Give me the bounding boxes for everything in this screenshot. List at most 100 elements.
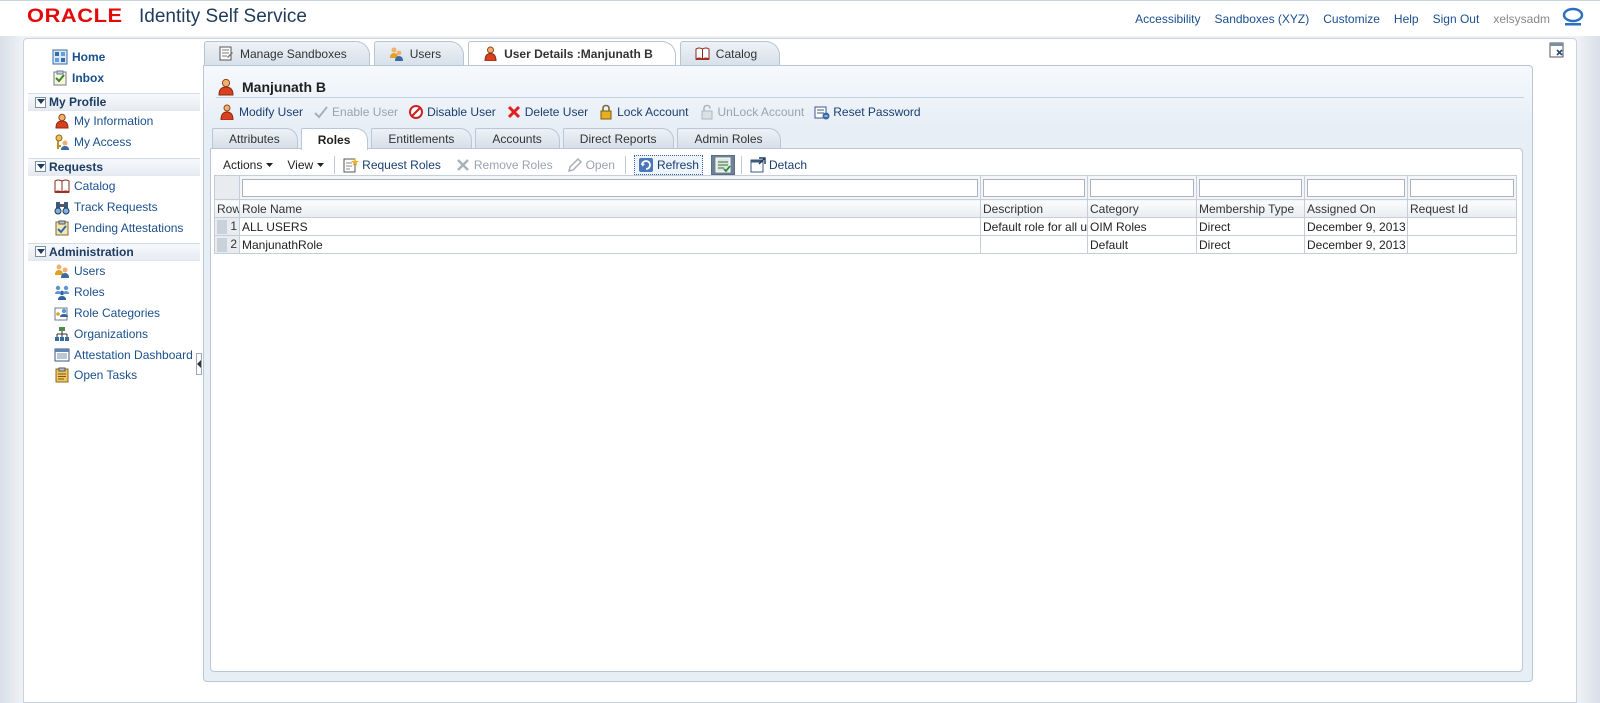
tab-manage-sandboxes[interactable]: Manage Sandboxes	[204, 41, 370, 65]
sidebar-section-my-profile[interactable]: My Profile	[28, 93, 200, 111]
table-header-row: Row Role Name Description Category Membe…	[214, 199, 1517, 218]
role-name-filter-input[interactable]	[242, 178, 978, 197]
filter-cell	[1196, 175, 1305, 200]
tab-admin-roles[interactable]: Admin Roles	[677, 128, 781, 149]
column-header-row[interactable]: Row	[214, 199, 240, 218]
tab-direct-reports[interactable]: Direct Reports	[562, 128, 675, 149]
sidebar-item-home[interactable]: Home	[28, 46, 200, 67]
description-filter-input[interactable]	[983, 178, 1085, 197]
accessibility-link[interactable]: Accessibility	[1135, 12, 1200, 26]
button-label: Disable User	[427, 105, 496, 119]
disable-user-button[interactable]: Disable User	[408, 104, 496, 120]
tab-label: Users	[409, 46, 442, 61]
column-header-description[interactable]: Description	[980, 199, 1088, 218]
table-row[interactable]: 1 ALL USERS Default role for all use OIM…	[214, 217, 1517, 236]
tab-accounts[interactable]: Accounts	[475, 128, 560, 149]
filter-table-icon	[715, 157, 731, 173]
sidebar-item-pending-attestations[interactable]: Pending Attestations	[28, 217, 200, 238]
sidebar-item-users[interactable]: Users	[28, 261, 200, 282]
category-filter-input[interactable]	[1090, 178, 1194, 197]
membership-type-filter-input[interactable]	[1199, 178, 1302, 197]
remove-roles-button[interactable]: Remove Roles	[455, 155, 553, 175]
customize-link[interactable]: Customize	[1323, 12, 1380, 26]
refresh-icon	[638, 157, 654, 173]
oracle-logo: ORACLE	[27, 6, 123, 27]
detail-tabs: Attributes Roles Entitlements Accounts D…	[212, 128, 784, 150]
sidebar-item-label: Catalog	[74, 178, 116, 193]
modify-user-button[interactable]: Modify User	[220, 104, 303, 120]
help-link[interactable]: Help	[1394, 12, 1419, 26]
column-header-request-id[interactable]: Request Id	[1407, 199, 1517, 218]
column-header-membership-type[interactable]: Membership Type	[1196, 199, 1305, 218]
sidebar-item-label: Users	[74, 264, 106, 279]
check-icon	[313, 104, 329, 120]
sidebar-item-catalog[interactable]: Catalog	[28, 176, 200, 197]
tab-roles[interactable]: Roles	[300, 128, 369, 150]
column-header-category[interactable]: Category	[1087, 199, 1197, 218]
tab-label: Manage Sandboxes	[240, 46, 347, 61]
sidebar-item-roles[interactable]: Roles	[28, 282, 200, 303]
toolbar-separator	[624, 156, 626, 174]
sidebar-item-track-requests[interactable]: Track Requests	[28, 196, 200, 217]
sidebar-item-organizations[interactable]: Organizations	[28, 323, 200, 344]
view-menu[interactable]: View	[287, 155, 325, 175]
delete-user-button[interactable]: Delete User	[506, 104, 588, 120]
button-label: Enable User	[332, 105, 399, 119]
request-roles-button[interactable]: Request Roles	[343, 155, 441, 175]
request-id-filter-input[interactable]	[1410, 178, 1514, 197]
refresh-button[interactable]: Refresh	[633, 155, 703, 175]
open-button[interactable]: Open	[567, 155, 615, 175]
button-label: Refresh	[656, 158, 699, 172]
sidebar-section-requests[interactable]: Requests	[28, 157, 200, 176]
roles-icon	[54, 284, 70, 301]
roles-tab-content: Actions View Request Roles Remove Roles	[210, 148, 1523, 672]
tab-entitlements[interactable]: Entitlements	[371, 128, 473, 149]
users-icon	[54, 263, 70, 279]
user-details-panel: Manjunath B Modify User Enable User Disa…	[203, 65, 1533, 682]
query-by-example-toggle[interactable]	[710, 155, 735, 175]
detach-button[interactable]: Detach	[750, 155, 807, 175]
sidebar-item-my-information[interactable]: My Information	[28, 111, 200, 132]
oracle-chat-icon[interactable]	[1562, 7, 1584, 27]
sidebar-item-my-access[interactable]: My Access	[28, 132, 200, 153]
sidebar-item-inbox[interactable]: Inbox	[28, 67, 200, 88]
column-header-assigned-on[interactable]: Assigned On	[1304, 199, 1408, 218]
button-label: Remove Roles	[473, 158, 553, 172]
sidebar-section-administration[interactable]: Administration	[28, 242, 200, 261]
toolbar-separator	[740, 156, 742, 174]
filter-cell-row	[214, 175, 240, 200]
sandboxes-link[interactable]: Sandboxes (XYZ)	[1215, 12, 1310, 26]
filter-row	[214, 175, 1517, 200]
sidebar-item-attestation-dashboard[interactable]: Attestation Dashboard	[28, 344, 200, 365]
row-number-cell: 2	[214, 235, 240, 254]
sidebar-item-open-tasks[interactable]: Open Tasks	[28, 365, 200, 386]
user-icon	[483, 46, 498, 61]
tab-label: Attributes	[229, 132, 280, 146]
sidebar-item-label: Track Requests	[74, 199, 158, 214]
enable-user-button[interactable]: Enable User	[313, 104, 398, 120]
request-id-cell	[1407, 235, 1517, 254]
assigned-on-filter-input[interactable]	[1307, 178, 1405, 197]
organizations-icon	[54, 326, 70, 342]
sidebar-item-role-categories[interactable]: Role Categories	[28, 303, 200, 324]
table-row[interactable]: 2 ManjunathRole Default Direct December …	[214, 235, 1517, 254]
sign-out-link[interactable]: Sign Out	[1433, 12, 1480, 26]
tab-user-details[interactable]: User Details :Manjunath B	[468, 41, 676, 65]
unlock-account-button[interactable]: UnLock Account	[699, 104, 804, 120]
document-tabs: Manage Sandboxes Users User Details :Man…	[204, 41, 784, 65]
lock-account-button[interactable]: Lock Account	[598, 104, 689, 120]
tab-users[interactable]: Users	[373, 41, 465, 65]
filter-cell	[239, 175, 981, 200]
menu-label: View	[287, 158, 314, 172]
actions-menu[interactable]: Actions	[223, 155, 274, 175]
panel-header: Manjunath B	[218, 78, 326, 96]
column-header-role-name[interactable]: Role Name	[239, 199, 981, 218]
reset-password-button[interactable]: Reset Password	[814, 104, 921, 120]
tab-attributes[interactable]: Attributes	[212, 128, 298, 149]
tab-catalog[interactable]: Catalog	[679, 41, 781, 65]
chevron-down-icon	[35, 246, 46, 258]
row-number: 2	[230, 237, 237, 251]
sidebar-item-label: Home	[72, 49, 106, 64]
role-categories-icon	[54, 305, 70, 321]
close-tabs-icon[interactable]	[1549, 42, 1565, 58]
